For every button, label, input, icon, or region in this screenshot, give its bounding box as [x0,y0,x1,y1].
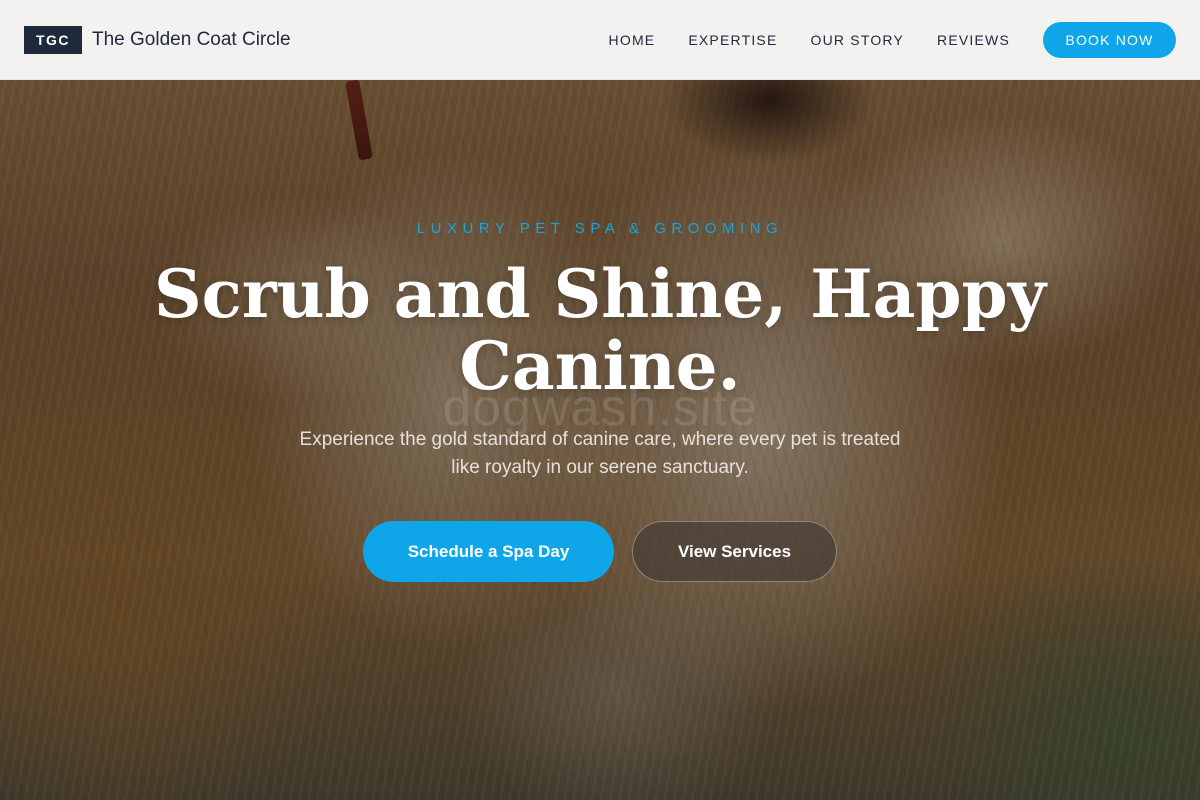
hero-eyebrow: LUXURY PET SPA & GROOMING [416,220,784,237]
hero-section: LUXURY PET SPA & GROOMING Scrub and Shin… [0,0,1200,800]
hero-headline-line1: Scrub and Shine, Happy [153,255,1047,333]
hero-subtext-line2: like royalty in our serene sanctuary. [451,457,749,478]
schedule-spa-day-button[interactable]: Schedule a Spa Day [363,521,614,582]
hero-subtext: Experience the gold standard of canine c… [260,426,940,482]
view-services-button[interactable]: View Services [632,521,837,582]
hero-subtext-line1: Experience the gold standard of canine c… [299,429,901,450]
hero-cta-row: Schedule a Spa Day View Services [0,521,1200,582]
